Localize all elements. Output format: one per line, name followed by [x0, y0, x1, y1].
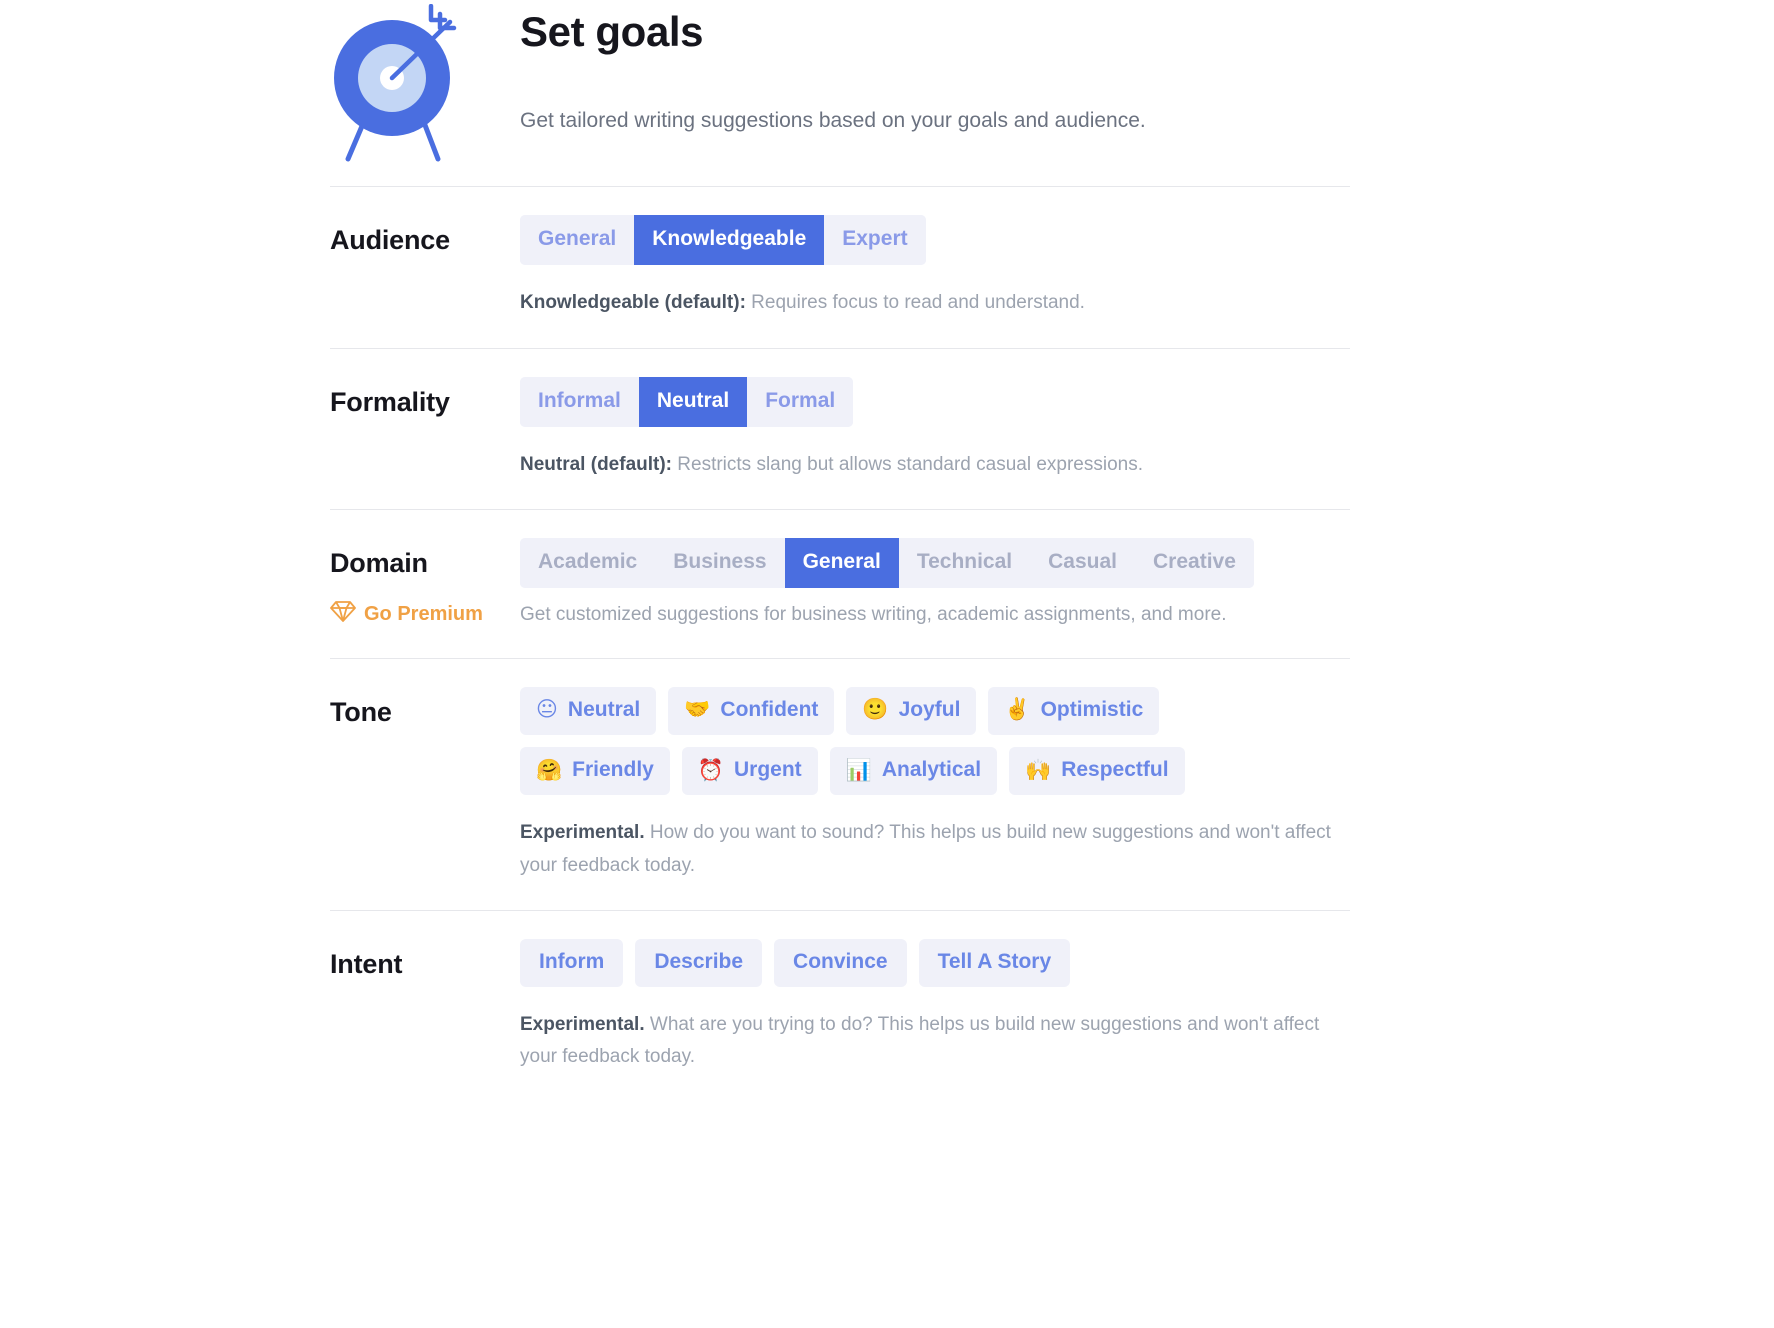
formality-option-formal[interactable]: Formal	[747, 376, 854, 427]
domain-option-casual[interactable]: Casual	[1030, 538, 1135, 589]
audience-segmented-control[interactable]: General Knowledgeable Expert	[520, 215, 926, 266]
domain-label: Domain	[330, 548, 428, 579]
tone-chip-friendly[interactable]: 🤗 Friendly	[520, 747, 670, 796]
go-premium-description: Get customized suggestions for business …	[520, 604, 1227, 626]
bar-chart-emoji: 📊	[845, 757, 872, 782]
tone-chip-analytical[interactable]: 📊 Analytical	[829, 747, 998, 796]
tone-chip-group: 😐 Neutral 🤝 Confident 🙂 Joyful ✌️ Optimi…	[520, 686, 1240, 796]
set-goals-page: Set goals Get tailored writing suggestio…	[0, 0, 1774, 1328]
formality-helper-rest: Restricts slang but allows standard casu…	[672, 453, 1144, 475]
intent-label: Intent	[330, 948, 403, 979]
tone-chip-label: Confident	[720, 697, 819, 721]
domain-body: Academic Business General Technical Casu…	[520, 538, 1350, 589]
gem-diamond-icon	[330, 599, 356, 629]
target-bullseye-arrow-icon	[330, 4, 458, 164]
audience-option-general[interactable]: General	[520, 215, 635, 266]
tone-chip-label: Optimistic	[1040, 697, 1144, 721]
tone-chip-label: Friendly	[572, 758, 654, 782]
intent-chip-group: Inform Describe Convince Tell A Story	[520, 938, 1240, 988]
handshake-emoji: 🤝	[684, 697, 711, 722]
tone-helper-strong: Experimental.	[520, 822, 645, 844]
audience-option-expert[interactable]: Expert	[824, 215, 926, 266]
domain-option-creative[interactable]: Creative	[1135, 538, 1254, 589]
alarm-clock-emoji: ⏰	[697, 757, 724, 782]
tone-helper-text: Experimental. How do you want to sound? …	[520, 817, 1340, 882]
tone-chip-label: Joyful	[898, 697, 961, 721]
neutral-face-emoji: 😐	[536, 697, 558, 722]
formality-segmented-control[interactable]: Informal Neutral Formal	[520, 376, 854, 427]
domain-option-general[interactable]: General	[784, 538, 899, 589]
formality-option-informal[interactable]: Informal	[520, 376, 639, 427]
tone-label: Tone	[330, 696, 392, 727]
go-premium-row: Go Premium Get customized suggestions fo…	[330, 598, 1350, 630]
tone-chip-label: Urgent	[734, 758, 802, 782]
header-text: Set goals Get tailored writing suggestio…	[458, 4, 1146, 135]
go-premium-label: Go Premium	[364, 602, 483, 625]
audience-label: Audience	[330, 225, 450, 255]
audience-helper-rest: Requires focus to read and understand.	[745, 292, 1085, 314]
domain-option-technical[interactable]: Technical	[898, 538, 1031, 589]
page-title: Set goals	[520, 8, 704, 55]
domain-option-business[interactable]: Business	[655, 538, 785, 589]
domain-segmented-control[interactable]: Academic Business General Technical Casu…	[520, 538, 1254, 589]
page-subtitle: Get tailored writing suggestions based o…	[520, 109, 1146, 133]
slightly-smiling-face-emoji: 🙂	[862, 697, 889, 722]
hugging-face-emoji: 🤗	[536, 757, 563, 782]
raising-hands-emoji: 🙌	[1025, 757, 1052, 782]
audience-row: Audience General Knowledgeable Expert Kn…	[330, 187, 1350, 348]
formality-helper-text: Neutral (default): Restricts slang but a…	[520, 449, 1350, 481]
tone-chip-respectful[interactable]: 🙌 Respectful	[1009, 747, 1185, 796]
tone-chip-confident[interactable]: 🤝 Confident	[668, 686, 835, 736]
audience-option-knowledgeable[interactable]: Knowledgeable	[634, 215, 825, 266]
formality-body: Informal Neutral Formal Neutral (default…	[520, 376, 1350, 482]
intent-row: Intent Inform Describe Convince Tell A S…	[330, 911, 1350, 1102]
tone-chip-urgent[interactable]: ⏰ Urgent	[681, 747, 818, 796]
tone-chip-neutral[interactable]: 😐 Neutral	[520, 686, 657, 736]
tone-chip-optimistic[interactable]: ✌️ Optimistic	[988, 686, 1160, 736]
tone-body: 😐 Neutral 🤝 Confident 🙂 Joyful ✌️ Optimi…	[520, 686, 1350, 882]
formality-helper-strong: Neutral (default):	[520, 453, 672, 475]
audience-helper-strong: Knowledgeable (default):	[520, 292, 746, 314]
formality-row: Formality Informal Neutral Formal Neutra…	[330, 349, 1350, 510]
tone-chip-label: Neutral	[567, 697, 641, 721]
formality-label: Formality	[330, 386, 450, 417]
intent-helper-strong: Experimental.	[520, 1014, 645, 1036]
page-header: Set goals Get tailored writing suggestio…	[330, 0, 1350, 186]
tone-chip-label: Analytical	[881, 758, 982, 782]
tone-chip-label: Respectful	[1061, 758, 1169, 782]
audience-helper-text: Knowledgeable (default): Requires focus …	[520, 287, 1350, 319]
intent-chip-describe[interactable]: Describe	[635, 938, 763, 988]
tone-chip-joyful[interactable]: 🙂 Joyful	[846, 686, 977, 736]
intent-body: Inform Describe Convince Tell A Story Ex…	[520, 938, 1350, 1074]
audience-body: General Knowledgeable Expert Knowledgeab…	[520, 215, 1350, 320]
domain-option-academic[interactable]: Academic	[520, 538, 656, 589]
go-premium-link[interactable]: Go Premium	[330, 598, 520, 629]
victory-hand-emoji: ✌️	[1004, 697, 1031, 722]
formality-option-neutral[interactable]: Neutral	[638, 376, 748, 427]
tone-row: Tone 😐 Neutral 🤝 Confident 🙂 Joyful ✌️ O…	[330, 659, 1350, 910]
intent-helper-text: Experimental. What are you trying to do?…	[520, 1009, 1350, 1074]
intent-chip-convince[interactable]: Convince	[774, 938, 907, 988]
settings-panel: Set goals Get tailored writing suggestio…	[330, 0, 1350, 1102]
intent-chip-inform[interactable]: Inform	[520, 938, 624, 988]
intent-chip-tell-a-story[interactable]: Tell A Story	[918, 938, 1071, 988]
